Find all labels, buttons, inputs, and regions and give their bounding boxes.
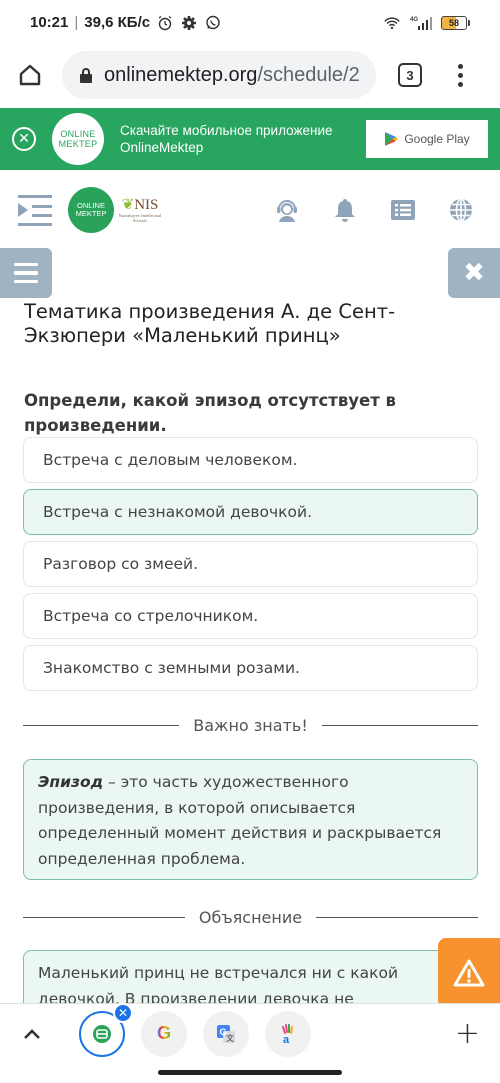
wifi-icon (383, 14, 401, 32)
settings-gear-icon (180, 14, 198, 32)
nis-label: NIS (134, 197, 159, 213)
answer-option[interactable]: Встреча со стрелочником. (23, 593, 478, 639)
signal-icon: 4G (409, 14, 433, 32)
explanation-text: Маленький принц не встречался ни с какой… (38, 964, 399, 1008)
answer-option-label: Встреча с деловым человеком. (43, 451, 298, 469)
answer-option-label: Знакомство с земными розами. (43, 659, 300, 677)
home-button[interactable] (0, 45, 60, 105)
alarm-icon (156, 14, 174, 32)
browser-menu-button[interactable] (450, 63, 470, 87)
google-play-label: Google Play (404, 132, 470, 146)
lesson-menu-button[interactable] (0, 248, 52, 298)
answer-option-label: Встреча с незнакомой девочкой. (43, 503, 313, 521)
bell-icon (335, 199, 355, 222)
google-icon: G (156, 1023, 171, 1043)
sidebar-toggle-button[interactable] (18, 195, 52, 226)
tab-group-bar: ✕ G G文 a + (0, 1002, 500, 1063)
tab-switcher-button[interactable]: 3 (398, 63, 422, 87)
nis-logo: ❦NIS Nazarbayev Intellectual Schools (118, 197, 162, 223)
svg-text:文: 文 (226, 1033, 235, 1043)
onlinemektep-tab[interactable]: ✕ (79, 1002, 133, 1057)
notifications-button[interactable] (332, 197, 358, 223)
logo-text-line1: ONLINE (60, 129, 96, 139)
banner-close-button[interactable]: ✕ (12, 127, 36, 151)
onlinemektep-logo[interactable]: ONLINE MEKTEP (68, 187, 114, 233)
app-download-banner: ✕ ONLINE MEKTEP Скачайте мобильное прило… (0, 108, 500, 170)
important-info-box: Эпизод – это часть художественного произ… (23, 759, 478, 880)
clock: 10:21 (30, 14, 69, 31)
logo-text-line2: MEKTEP (58, 139, 98, 149)
chevron-up-icon (24, 1028, 40, 1039)
more-vert-icon (457, 63, 463, 69)
important-heading: Важно знать! (193, 716, 308, 735)
list-icon (391, 200, 415, 220)
schedule-list-button[interactable] (390, 197, 416, 223)
report-problem-button[interactable] (438, 938, 500, 1008)
battery-level: 58 (441, 15, 467, 30)
close-icon: ✖ (463, 258, 485, 288)
home-icon (19, 64, 41, 86)
svg-text:4G: 4G (410, 17, 418, 23)
google-translate-tab[interactable]: G文 (203, 1010, 249, 1057)
google-play-icon (385, 132, 399, 146)
hand-app-tab[interactable]: a (265, 1010, 311, 1057)
google-tab[interactable]: G (141, 1010, 187, 1057)
explanation-heading: Объяснение (198, 908, 303, 927)
lock-icon (80, 68, 92, 83)
separator: | (74, 14, 79, 31)
network-speed: 39,6 КБ/с (84, 14, 151, 31)
answer-option-selected[interactable]: Встреча с незнакомой девочкой. (23, 489, 478, 535)
onlinemektep-logo: ONLINE MEKTEP (52, 113, 104, 165)
status-bar: 10:21 | 39,6 КБ/с 4G 58 (0, 0, 500, 45)
logo-text-line2: MEKTEP (75, 209, 107, 218)
hand-app-icon: a (282, 1023, 293, 1045)
support-button[interactable] (274, 197, 300, 223)
address-bar[interactable]: onlinemektep.org/schedule/2 (62, 51, 376, 99)
indent-icon (18, 203, 28, 217)
globe-icon (450, 198, 472, 222)
hamburger-icon (14, 262, 38, 267)
onlinemektep-favicon (93, 1024, 111, 1043)
site-header: ONLINE MEKTEP ❦NIS Nazarbayev Intellectu… (0, 172, 500, 248)
answer-option[interactable]: Встреча с деловым человеком. (23, 437, 478, 483)
google-translate-icon: G文 (217, 1024, 235, 1043)
explanation-divider: Объяснение (23, 908, 479, 927)
answer-option-label: Встреча со стрелочником. (43, 607, 259, 625)
language-button[interactable] (448, 197, 474, 223)
answer-option-label: Разговор со змеей. (43, 555, 199, 573)
new-tab-button[interactable]: + (455, 1016, 480, 1051)
support-icon (277, 200, 297, 222)
browser-toolbar: onlinemektep.org/schedule/2 3 (0, 45, 500, 105)
whatsapp-icon (204, 14, 222, 32)
banner-text: Скачайте мобильное приложение OnlineMekt… (120, 123, 333, 155)
gesture-bar (158, 1070, 342, 1075)
battery-indicator: 58 (441, 15, 470, 30)
close-lesson-button[interactable]: ✖ (448, 248, 500, 298)
nis-subtitle: Nazarbayev Intellectual Schools (118, 213, 162, 223)
page-title: Тематика произведения А. де Сент-Экзюпер… (24, 300, 396, 347)
svg-text:a: a (283, 1034, 290, 1045)
important-divider: Важно знать! (23, 716, 478, 735)
expand-tabs-button[interactable] (22, 1024, 42, 1044)
url-host: onlinemektep.org (104, 63, 258, 86)
question-text: Определи, какой эпизод отсутствует в про… (24, 391, 396, 435)
answer-options: Встреча с деловым человеком. Встреча с н… (23, 437, 478, 697)
term: Эпизод (38, 773, 104, 791)
answer-option[interactable]: Разговор со змеей. (23, 541, 478, 587)
url-path: /schedule/2 (257, 63, 360, 86)
google-play-button[interactable]: Google Play (366, 120, 488, 158)
warning-icon (453, 959, 485, 987)
close-tab-button[interactable]: ✕ (113, 1002, 133, 1023)
answer-option[interactable]: Знакомство с земными розами. (23, 645, 478, 691)
